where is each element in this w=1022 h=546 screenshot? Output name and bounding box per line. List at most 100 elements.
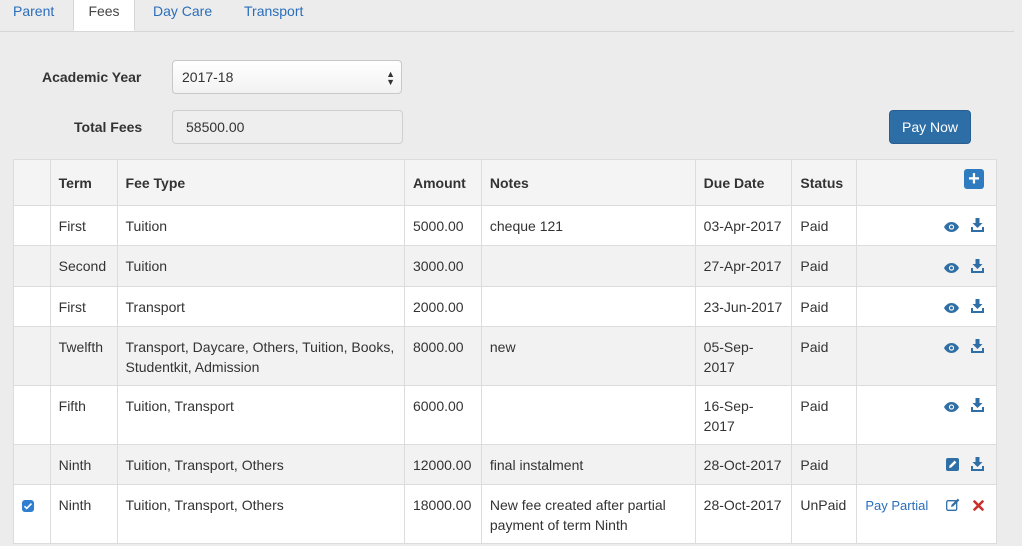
cell-notes: final instalment	[480, 443, 696, 486]
cell-notes	[480, 384, 696, 445]
table-row: First Transport 2000.00 23-Jun-2017 Paid	[13, 285, 997, 327]
cell-fee-type: Tuition, Transport, Others	[116, 443, 405, 486]
row-checkbox-cell[interactable]	[13, 384, 51, 445]
cell-term: Fifth	[49, 384, 118, 445]
cell-term: Twelfth	[49, 325, 118, 386]
cell-status: Paid	[791, 443, 858, 486]
cell-due-date: 28-Oct-2017	[694, 484, 793, 545]
download-icon[interactable]	[971, 258, 984, 278]
cell-status: UnPaid	[791, 484, 858, 545]
cell-fee-type: Transport	[116, 285, 405, 327]
download-icon[interactable]	[971, 298, 984, 318]
cell-amount: 6000.00	[403, 384, 482, 445]
select-arrows-icon: ▲ ▼	[386, 69, 395, 87]
cell-status: Paid	[791, 325, 858, 386]
cell-notes: new	[480, 325, 696, 386]
academic-year-select[interactable]: 2017-18 ▲ ▼	[172, 60, 402, 94]
row-checkbox-cell[interactable]	[13, 204, 51, 247]
cell-amount: 3000.00	[403, 245, 482, 287]
cell-notes	[480, 245, 696, 287]
header-fee-type: Fee Type	[116, 159, 405, 206]
view-icon[interactable]	[944, 258, 960, 278]
cell-status: Paid	[791, 384, 858, 445]
row-actions: Pay Partial	[856, 484, 997, 545]
cell-term: Second	[49, 245, 118, 287]
table-row: Twelfth Transport, Daycare, Others, Tuit…	[13, 325, 997, 386]
cell-fee-type: Tuition, Transport, Others	[116, 484, 405, 545]
row-actions	[856, 204, 997, 247]
edit-icon[interactable]	[946, 456, 960, 476]
header-actions: +	[856, 159, 997, 206]
download-icon[interactable]	[971, 217, 984, 237]
cell-due-date: 28-Oct-2017	[694, 443, 793, 486]
view-icon[interactable]	[944, 397, 960, 417]
cell-due-date: 03-Apr-2017	[694, 204, 793, 247]
pay-now-button[interactable]: Pay Now	[889, 110, 971, 144]
table-row: Fifth Tuition, Transport 6000.00 16-Sep-…	[13, 384, 997, 445]
header-due-date: Due Date	[694, 159, 793, 206]
cell-due-date: 27-Apr-2017	[694, 245, 793, 287]
cell-status: Paid	[791, 204, 858, 247]
header-amount: Amount	[403, 159, 482, 206]
row-checkbox-cell[interactable]	[13, 325, 51, 386]
row-checkbox-cell[interactable]	[13, 484, 51, 545]
total-fees-label: Total Fees	[74, 119, 143, 135]
table-header-row: Term Fee Type Amount Notes Due Date Stat…	[13, 159, 997, 206]
cell-due-date: 23-Jun-2017	[694, 285, 793, 327]
cell-amount: 18000.00	[403, 484, 482, 545]
row-checkbox-cell[interactable]	[13, 285, 51, 327]
table-row: Ninth Tuition, Transport, Others 18000.0…	[13, 484, 997, 545]
cell-status: Paid	[791, 245, 858, 287]
academic-year-value: 2017-18	[182, 69, 234, 85]
row-checkbox-cell[interactable]	[13, 443, 51, 486]
cell-notes: cheque 121	[480, 204, 696, 247]
cell-fee-type: Tuition, Transport	[116, 384, 405, 445]
row-actions	[856, 245, 997, 287]
tab-day-care[interactable]: Day Care	[153, 0, 212, 31]
view-icon[interactable]	[944, 217, 960, 237]
cell-due-date: 16-Sep-2017	[694, 384, 793, 445]
delete-icon[interactable]	[973, 496, 984, 516]
tab-transport[interactable]: Transport	[244, 0, 303, 31]
download-icon[interactable]	[971, 397, 984, 417]
view-icon[interactable]	[944, 298, 960, 318]
tab-parent[interactable]: Parent	[13, 0, 54, 31]
cell-fee-type: Tuition	[116, 245, 405, 287]
row-checkbox-cell[interactable]	[13, 245, 51, 287]
cell-notes: New fee created after partial payment of…	[480, 484, 696, 545]
row-actions	[856, 285, 997, 327]
header-term: Term	[49, 159, 118, 206]
tab-fees[interactable]: Fees	[73, 0, 135, 31]
row-actions	[856, 325, 997, 386]
cell-fee-type: Transport, Daycare, Others, Tuition, Boo…	[116, 325, 405, 386]
cell-term: First	[49, 285, 118, 327]
add-fee-icon[interactable]: +	[964, 169, 984, 189]
row-actions	[856, 443, 997, 486]
edit-icon[interactable]	[946, 496, 961, 516]
table-row: Second Tuition 3000.00 27-Apr-2017 Paid	[13, 245, 997, 287]
header-checkbox-cell	[13, 159, 51, 206]
cell-amount: 8000.00	[403, 325, 482, 386]
cell-amount: 5000.00	[403, 204, 482, 247]
fees-table: Term Fee Type Amount Notes Due Date Stat…	[13, 159, 997, 545]
academic-year-label: Academic Year	[42, 69, 142, 85]
pay-partial-link[interactable]: Pay Partial	[865, 498, 928, 513]
cell-notes	[480, 285, 696, 327]
row-checkbox-checked[interactable]	[22, 500, 34, 513]
row-actions	[856, 384, 997, 445]
cell-term: Ninth	[49, 484, 118, 545]
table-row: Ninth Tuition, Transport, Others 12000.0…	[13, 443, 997, 486]
cell-term: Ninth	[49, 443, 118, 486]
cell-fee-type: Tuition	[116, 204, 405, 247]
download-icon[interactable]	[971, 338, 984, 358]
tab-bar: Parent Fees Day Care Transport	[0, 0, 1014, 32]
cell-term: First	[49, 204, 118, 247]
header-status: Status	[791, 159, 858, 206]
view-icon[interactable]	[944, 338, 960, 358]
cell-amount: 2000.00	[403, 285, 482, 327]
header-notes: Notes	[480, 159, 696, 206]
cell-status: Paid	[791, 285, 858, 327]
download-icon[interactable]	[971, 456, 984, 476]
cell-due-date: 05-Sep-2017	[694, 325, 793, 386]
total-fees-field: 58500.00	[172, 110, 403, 144]
